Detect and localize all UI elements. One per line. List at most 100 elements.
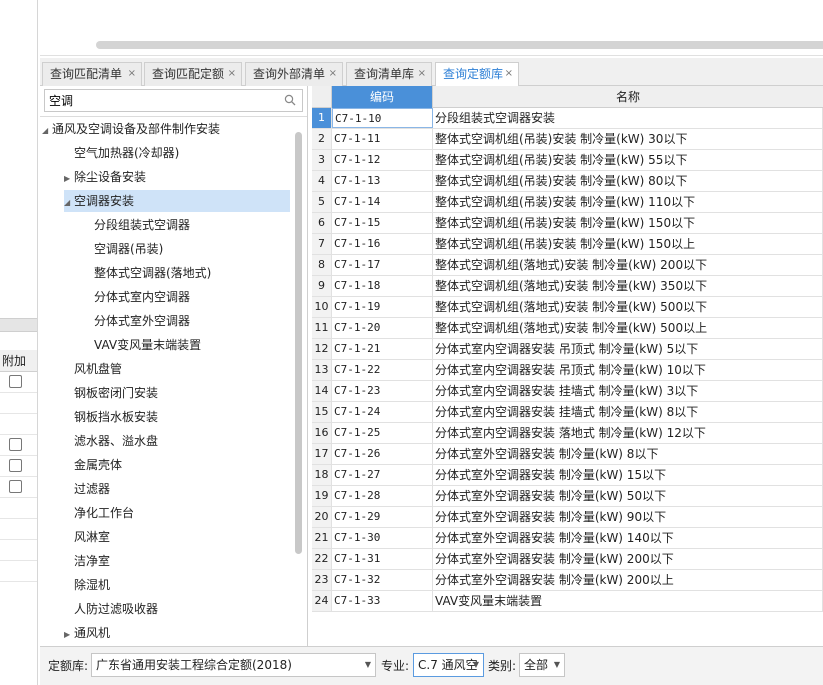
row-number[interactable]: 23 bbox=[312, 570, 332, 590]
quota-code-cell[interactable]: C7-1-31 bbox=[332, 549, 433, 569]
row-number[interactable]: 13 bbox=[312, 360, 332, 380]
quota-name-cell[interactable]: 整体式空调机组(吊装)安装 制冷量(kW) 150以上 bbox=[433, 234, 823, 254]
quota-code-cell[interactable]: C7-1-10 bbox=[332, 108, 433, 128]
quota-code-cell[interactable]: C7-1-13 bbox=[332, 171, 433, 191]
quota-name-cell[interactable]: 分体式室内空调器安装 挂墙式 制冷量(kW) 3以下 bbox=[433, 381, 823, 401]
table-row[interactable]: 24 C7-1-33 VAV变风量末端装置 bbox=[312, 591, 823, 612]
close-icon[interactable]: × bbox=[228, 63, 236, 85]
quota-name-cell[interactable]: 整体式空调机组(吊装)安装 制冷量(kW) 150以下 bbox=[433, 213, 823, 233]
code-column-header[interactable]: 编码 bbox=[332, 86, 433, 108]
row-number[interactable]: 20 bbox=[312, 507, 332, 527]
quota-name-cell[interactable]: 分体式室外空调器安装 制冷量(kW) 200以下 bbox=[433, 549, 823, 569]
row-number[interactable]: 9 bbox=[312, 276, 332, 296]
quota-name-cell[interactable]: 整体式空调机组(落地式)安装 制冷量(kW) 200以下 bbox=[433, 255, 823, 275]
close-icon[interactable]: × bbox=[128, 63, 136, 85]
quota-code-cell[interactable]: C7-1-17 bbox=[332, 255, 433, 275]
table-row[interactable]: 15 C7-1-24 分体式室内空调器安装 挂墙式 制冷量(kW) 8以下 bbox=[312, 402, 823, 423]
table-row[interactable]: 5 C7-1-14 整体式空调机组(吊装)安装 制冷量(kW) 110以下 bbox=[312, 192, 823, 213]
tree-item[interactable]: 金属壳体 bbox=[64, 454, 122, 476]
tree-item[interactable]: 过滤器 bbox=[64, 478, 110, 500]
chevron-right-icon[interactable]: ▶ bbox=[64, 168, 74, 190]
table-row[interactable]: 11 C7-1-20 整体式空调机组(落地式)安装 制冷量(kW) 500以上 bbox=[312, 318, 823, 339]
table-row[interactable]: 8 C7-1-17 整体式空调机组(落地式)安装 制冷量(kW) 200以下 bbox=[312, 255, 823, 276]
quota-name-cell[interactable]: 整体式空调机组(落地式)安装 制冷量(kW) 500以上 bbox=[433, 318, 823, 338]
tree-item[interactable]: ▶ 通风机 bbox=[64, 622, 110, 644]
addon-checkbox[interactable] bbox=[9, 375, 22, 388]
tree-item[interactable]: 分段组装式空调器 bbox=[84, 214, 190, 236]
quota-code-cell[interactable]: C7-1-16 bbox=[332, 234, 433, 254]
quota-code-cell[interactable]: C7-1-28 bbox=[332, 486, 433, 506]
quota-name-cell[interactable]: 分体式室外空调器安装 制冷量(kW) 8以下 bbox=[433, 444, 823, 464]
quota-name-cell[interactable]: 分体式室外空调器安装 制冷量(kW) 90以下 bbox=[433, 507, 823, 527]
row-number[interactable]: 16 bbox=[312, 423, 332, 443]
row-number[interactable]: 22 bbox=[312, 549, 332, 569]
row-number[interactable]: 12 bbox=[312, 339, 332, 359]
close-icon[interactable]: × bbox=[329, 63, 337, 85]
row-number[interactable]: 1 bbox=[312, 108, 332, 128]
tree-item[interactable]: 洁净室 bbox=[64, 550, 110, 572]
row-number[interactable]: 2 bbox=[312, 129, 332, 149]
tree-item[interactable]: 净化工作台 bbox=[64, 502, 134, 524]
row-number[interactable]: 18 bbox=[312, 465, 332, 485]
quota-code-cell[interactable]: C7-1-20 bbox=[332, 318, 433, 338]
row-number[interactable]: 11 bbox=[312, 318, 332, 338]
quota-name-cell[interactable]: 整体式空调机组(落地式)安装 制冷量(kW) 500以下 bbox=[433, 297, 823, 317]
tree-item[interactable]: 分体式室内空调器 bbox=[84, 286, 190, 308]
row-number[interactable]: 24 bbox=[312, 591, 332, 611]
quota-code-cell[interactable]: C7-1-11 bbox=[332, 129, 433, 149]
table-row[interactable]: 16 C7-1-25 分体式室内空调器安装 落地式 制冷量(kW) 12以下 bbox=[312, 423, 823, 444]
chevron-down-icon[interactable]: ◢ bbox=[64, 192, 74, 214]
quota-library-select[interactable]: 广东省通用安装工程综合定额(2018) ▼ bbox=[91, 653, 376, 677]
table-row[interactable]: 14 C7-1-23 分体式室内空调器安装 挂墙式 制冷量(kW) 3以下 bbox=[312, 381, 823, 402]
row-number[interactable]: 10 bbox=[312, 297, 332, 317]
tree-item[interactable]: 钢板挡水板安装 bbox=[64, 406, 158, 428]
tree-item[interactable]: VAV变风量末端装置 bbox=[84, 334, 201, 356]
quota-name-cell[interactable]: VAV变风量末端装置 bbox=[433, 591, 823, 611]
table-row[interactable]: 21 C7-1-30 分体式室外空调器安装 制冷量(kW) 140以下 bbox=[312, 528, 823, 549]
quota-code-cell[interactable]: C7-1-18 bbox=[332, 276, 433, 296]
quota-code-cell[interactable]: C7-1-32 bbox=[332, 570, 433, 590]
quota-name-cell[interactable]: 整体式空调机组(吊装)安装 制冷量(kW) 110以下 bbox=[433, 192, 823, 212]
quota-code-cell[interactable]: C7-1-27 bbox=[332, 465, 433, 485]
tab-query-match-quota[interactable]: 查询匹配定额 × bbox=[144, 62, 242, 86]
tree-item[interactable]: 风淋室 bbox=[64, 526, 110, 548]
chevron-right-icon[interactable]: ▶ bbox=[64, 624, 74, 646]
quota-code-cell[interactable]: C7-1-22 bbox=[332, 360, 433, 380]
major-select[interactable]: C.7 通风空 ▼ bbox=[413, 653, 484, 677]
quota-name-cell[interactable]: 分体式室内空调器安装 挂墙式 制冷量(kW) 8以下 bbox=[433, 402, 823, 422]
tree-item[interactable]: 钢板密闭门安装 bbox=[64, 382, 158, 404]
row-number[interactable]: 19 bbox=[312, 486, 332, 506]
row-number[interactable]: 6 bbox=[312, 213, 332, 233]
quota-code-cell[interactable]: C7-1-24 bbox=[332, 402, 433, 422]
tree-vertical-scrollbar[interactable] bbox=[295, 132, 302, 554]
name-column-header[interactable]: 名称 bbox=[433, 86, 823, 108]
quota-name-cell[interactable]: 整体式空调机组(吊装)安装 制冷量(kW) 80以下 bbox=[433, 171, 823, 191]
addon-checkbox[interactable] bbox=[9, 459, 22, 472]
quota-code-cell[interactable]: C7-1-29 bbox=[332, 507, 433, 527]
quota-code-cell[interactable]: C7-1-25 bbox=[332, 423, 433, 443]
table-row[interactable]: 10 C7-1-19 整体式空调机组(落地式)安装 制冷量(kW) 500以下 bbox=[312, 297, 823, 318]
table-row[interactable]: 19 C7-1-28 分体式室外空调器安装 制冷量(kW) 50以下 bbox=[312, 486, 823, 507]
quota-code-cell[interactable]: C7-1-12 bbox=[332, 150, 433, 170]
table-row[interactable]: 1 C7-1-10 分段组装式空调器安装 bbox=[312, 108, 823, 129]
tab-query-external-list[interactable]: 查询外部清单 × bbox=[245, 62, 343, 86]
quota-name-cell[interactable]: 分体式室内空调器安装 吊顶式 制冷量(kW) 10以下 bbox=[433, 360, 823, 380]
quota-code-cell[interactable]: C7-1-30 bbox=[332, 528, 433, 548]
row-number[interactable]: 7 bbox=[312, 234, 332, 254]
row-number[interactable]: 21 bbox=[312, 528, 332, 548]
tree-item[interactable]: 整体式空调器(落地式) bbox=[84, 262, 211, 284]
table-row[interactable]: 4 C7-1-13 整体式空调机组(吊装)安装 制冷量(kW) 80以下 bbox=[312, 171, 823, 192]
row-number[interactable]: 5 bbox=[312, 192, 332, 212]
quota-name-cell[interactable]: 整体式空调机组(吊装)安装 制冷量(kW) 30以下 bbox=[433, 129, 823, 149]
quota-name-cell[interactable]: 分段组装式空调器安装 bbox=[433, 108, 823, 128]
close-icon[interactable]: × bbox=[418, 63, 426, 85]
tree-item[interactable]: 除湿机 bbox=[64, 574, 110, 596]
quota-code-cell[interactable]: C7-1-15 bbox=[332, 213, 433, 233]
tree-item[interactable]: 空气加热器(冷却器) bbox=[64, 142, 179, 164]
tree-item[interactable]: 分体式室外空调器 bbox=[84, 310, 190, 332]
close-icon[interactable]: × bbox=[505, 63, 513, 85]
row-number[interactable]: 4 bbox=[312, 171, 332, 191]
category-select[interactable]: 全部 ▼ bbox=[519, 653, 565, 677]
search-icon[interactable] bbox=[284, 94, 296, 106]
table-row[interactable]: 2 C7-1-11 整体式空调机组(吊装)安装 制冷量(kW) 30以下 bbox=[312, 129, 823, 150]
